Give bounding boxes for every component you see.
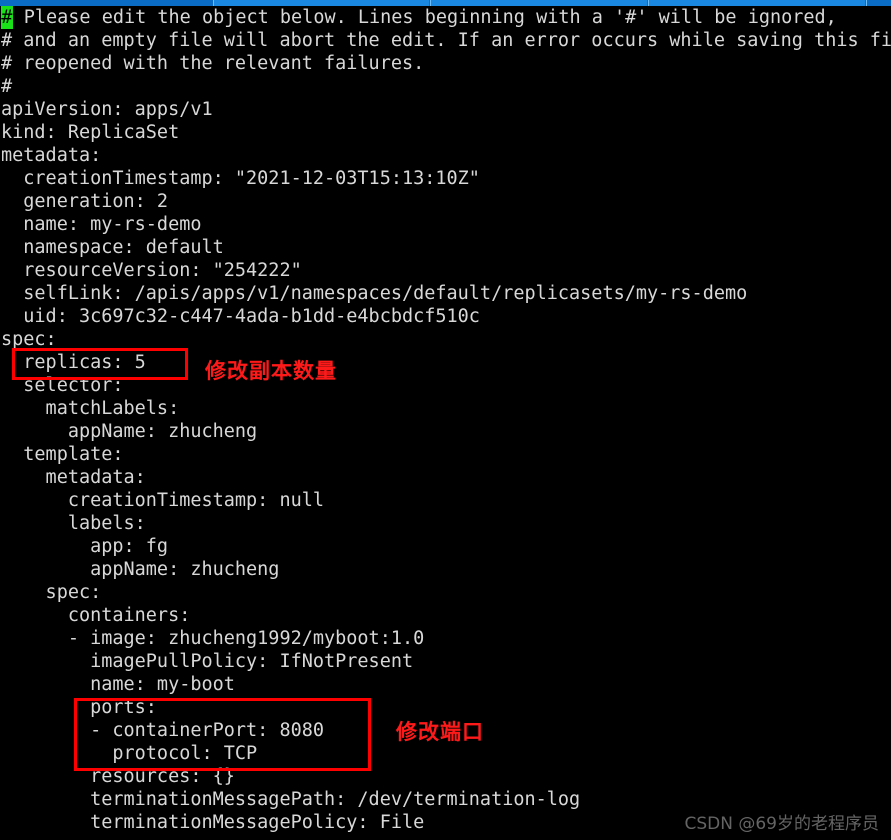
editor-text-area[interactable]: # Please edit the object below. Lines be… bbox=[0, 6, 891, 834]
editor-line: uid: 3c697c32-c447-4ada-b1dd-e4bcbdcf510… bbox=[0, 305, 891, 328]
editor-line: matchLabels: bbox=[0, 397, 891, 420]
editor-line-text: resourceVersion: "254222" bbox=[1, 260, 302, 281]
editor-line-text: Please edit the object below. Lines begi… bbox=[12, 7, 837, 28]
editor-line-text: spec: bbox=[1, 329, 57, 350]
editor-line-text: containers: bbox=[1, 605, 191, 626]
editor-line-text: metadata: bbox=[1, 467, 146, 488]
editor-line-text: kind: ReplicaSet bbox=[1, 122, 180, 143]
editor-line-text: uid: 3c697c32-c447-4ada-b1dd-e4bcbdcf510… bbox=[1, 306, 480, 327]
editor-line: containers: bbox=[0, 604, 891, 627]
editor-line-text: creationTimestamp: "2021-12-03T15:13:10Z… bbox=[1, 168, 480, 189]
csdn-watermark: CSDN @69岁的老程序员 bbox=[684, 814, 879, 834]
editor-line-text: - image: zhucheng1992/myboot:1.0 bbox=[1, 628, 425, 649]
editor-line: creationTimestamp: null bbox=[0, 489, 891, 512]
editor-line: terminationMessagePath: /dev/termination… bbox=[0, 788, 891, 811]
editor-line-text: matchLabels: bbox=[1, 398, 180, 419]
editor-line-text: selfLink: /apis/apps/v1/namespaces/defau… bbox=[1, 283, 748, 304]
editor-line-text: selector: bbox=[1, 375, 124, 396]
editor-line: labels: bbox=[0, 512, 891, 535]
editor-line-text: creationTimestamp: null bbox=[1, 490, 325, 511]
editor-line-text: # reopened with the relevant failures. bbox=[1, 53, 425, 74]
editor-line-text: ports: bbox=[1, 697, 157, 718]
editor-line: name: my-boot bbox=[0, 673, 891, 696]
editor-line-text: app: fg bbox=[1, 536, 169, 557]
editor-line: resourceVersion: "254222" bbox=[0, 259, 891, 282]
editor-line-text: # bbox=[1, 76, 13, 97]
editor-line-text: terminationMessagePolicy: File bbox=[1, 812, 425, 833]
editor-line: # Please edit the object below. Lines be… bbox=[0, 6, 891, 29]
editor-line: spec: bbox=[0, 581, 891, 604]
terminal-editor[interactable]: # Please edit the object below. Lines be… bbox=[0, 6, 891, 840]
editor-line-text: name: my-boot bbox=[1, 674, 235, 695]
editor-line-text: appName: zhucheng bbox=[1, 421, 258, 442]
editor-line-text: protocol: TCP bbox=[1, 743, 258, 764]
editor-line-text: - containerPort: 8080 bbox=[1, 720, 325, 741]
editor-line-text: appName: zhucheng bbox=[1, 559, 280, 580]
editor-line: kind: ReplicaSet bbox=[0, 121, 891, 144]
editor-line: metadata: bbox=[0, 466, 891, 489]
editor-line-text: # and an empty file will abort the edit.… bbox=[1, 30, 891, 51]
editor-line-text: terminationMessagePath: /dev/termination… bbox=[1, 789, 581, 810]
editor-line: template: bbox=[0, 443, 891, 466]
editor-line-text: metadata: bbox=[1, 145, 102, 166]
editor-line: appName: zhucheng bbox=[0, 558, 891, 581]
editor-line: - image: zhucheng1992/myboot:1.0 bbox=[0, 627, 891, 650]
editor-line: appName: zhucheng bbox=[0, 420, 891, 443]
editor-line-text: name: my-rs-demo bbox=[1, 214, 202, 235]
editor-line-text: resources: {} bbox=[1, 766, 235, 787]
editor-line-text: generation: 2 bbox=[1, 191, 169, 212]
editor-line-text: apiVersion: apps/v1 bbox=[1, 99, 213, 120]
annotation-ports: 修改端口 bbox=[396, 720, 484, 744]
editor-line: resources: {} bbox=[0, 765, 891, 788]
editor-line: metadata: bbox=[0, 144, 891, 167]
annotation-replicas: 修改副本数量 bbox=[205, 359, 337, 383]
editor-line: imagePullPolicy: IfNotPresent bbox=[0, 650, 891, 673]
editor-line: spec: bbox=[0, 328, 891, 351]
editor-line: generation: 2 bbox=[0, 190, 891, 213]
editor-line-text: labels: bbox=[1, 513, 146, 534]
editor-line: # and an empty file will abort the edit.… bbox=[0, 29, 891, 52]
editor-line-text: namespace: default bbox=[1, 237, 224, 258]
editor-line-text: spec: bbox=[1, 582, 102, 603]
editor-line: replicas: 5 bbox=[0, 351, 891, 374]
editor-line-text: imagePullPolicy: IfNotPresent bbox=[1, 651, 414, 672]
editor-line: namespace: default bbox=[0, 236, 891, 259]
editor-line: # reopened with the relevant failures. bbox=[0, 52, 891, 75]
text-cursor: # bbox=[1, 6, 13, 29]
editor-line-text: replicas: 5 bbox=[1, 352, 146, 373]
editor-line: app: fg bbox=[0, 535, 891, 558]
editor-line: selfLink: /apis/apps/v1/namespaces/defau… bbox=[0, 282, 891, 305]
editor-line: creationTimestamp: "2021-12-03T15:13:10Z… bbox=[0, 167, 891, 190]
editor-line: apiVersion: apps/v1 bbox=[0, 98, 891, 121]
editor-line: name: my-rs-demo bbox=[0, 213, 891, 236]
editor-line: selector: bbox=[0, 374, 891, 397]
editor-line: # bbox=[0, 75, 891, 98]
editor-line-text: template: bbox=[1, 444, 124, 465]
